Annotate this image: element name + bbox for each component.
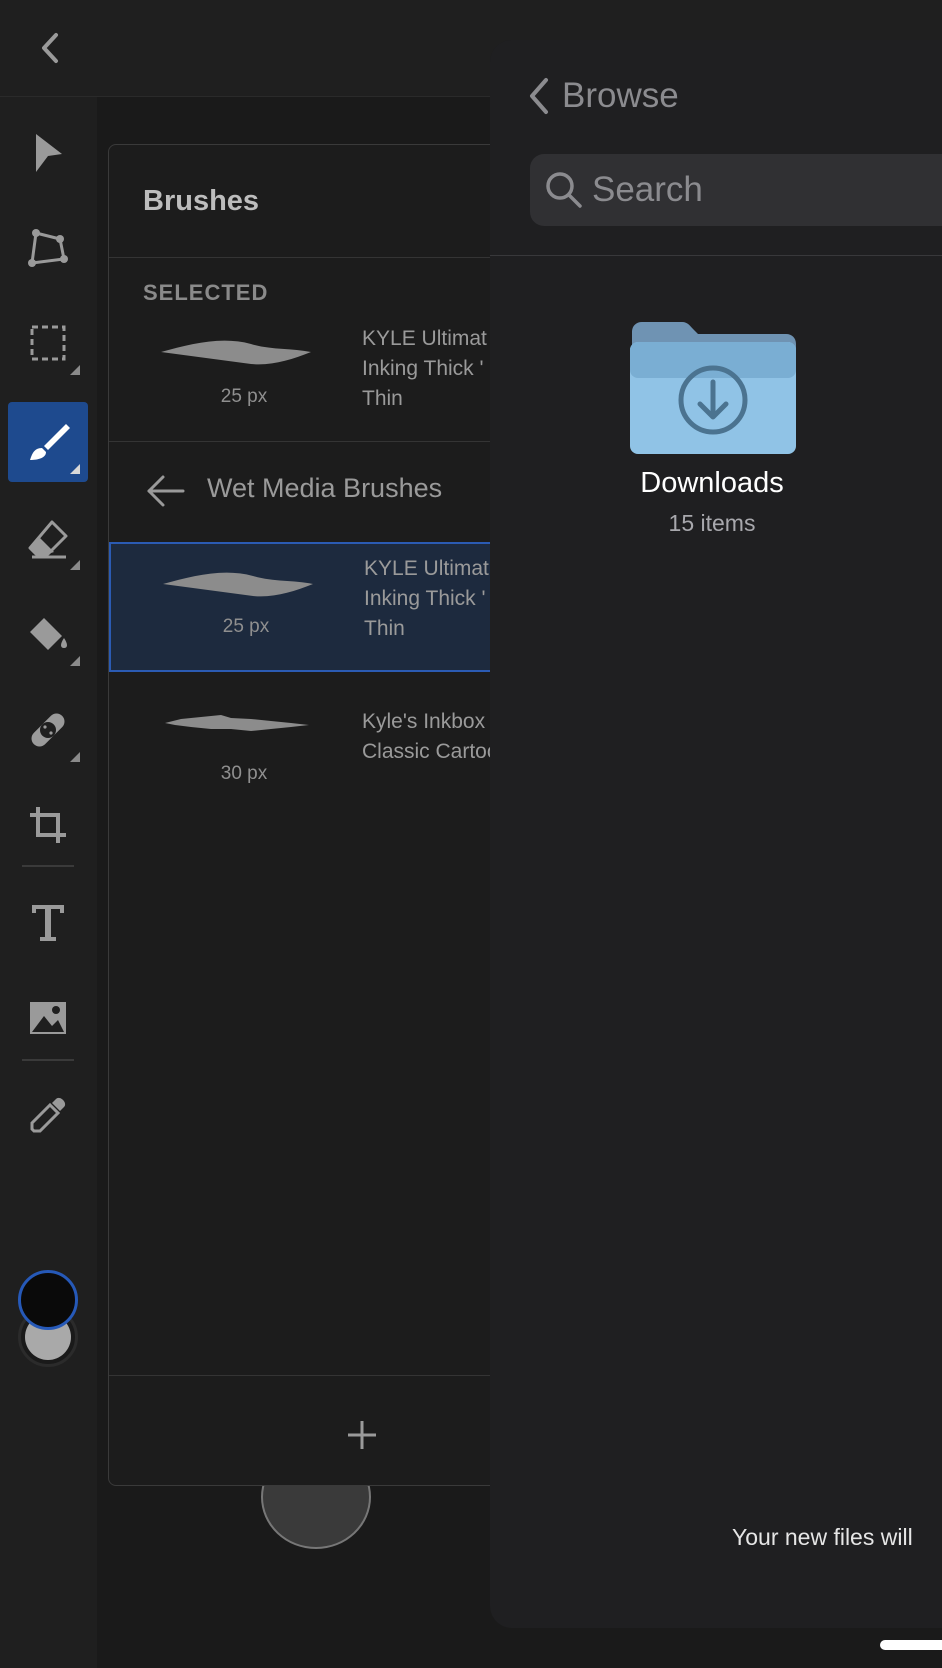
toolbar-divider bbox=[22, 1059, 74, 1061]
brush-name: Kyle's Inkbox Classic Cartoo bbox=[362, 710, 499, 763]
submenu-corner-indicator bbox=[70, 752, 80, 762]
folder-name: Downloads bbox=[640, 467, 784, 499]
panel-title: Brushes bbox=[143, 185, 260, 217]
folder-downloads[interactable]: Downloads 15 items bbox=[610, 320, 814, 580]
arrow-left-icon bbox=[147, 475, 185, 507]
plus-icon[interactable] bbox=[345, 1418, 379, 1452]
file-browser-sheet: Browse Downloads 15 items Your new files… bbox=[490, 40, 942, 1628]
brush-list-item[interactable]: 25 px KYLE Ultimat Inking Thick ' Thin bbox=[109, 542, 507, 672]
brush-set-name: Wet Media Brushes bbox=[207, 473, 443, 503]
marquee-tool[interactable] bbox=[8, 303, 88, 383]
chevron-left-icon bbox=[42, 33, 58, 63]
brush-size: 25 px bbox=[222, 616, 270, 637]
brushes-panel: Brushes SELECTED 25 px KYLE Ultimat Inki… bbox=[108, 144, 508, 1486]
selection-tool[interactable] bbox=[8, 114, 88, 194]
new-files-note: Your new files will bbox=[732, 1524, 913, 1550]
direct-selection-tool[interactable] bbox=[8, 207, 88, 287]
brush-size: 30 px bbox=[220, 763, 268, 784]
image-icon bbox=[30, 1002, 66, 1034]
panel-footer bbox=[109, 1375, 507, 1485]
brush-stroke-preview bbox=[163, 572, 313, 597]
brush-set-header[interactable]: Wet Media Brushes bbox=[109, 441, 507, 541]
dashed-rectangle-icon bbox=[30, 325, 66, 361]
brush-name: KYLE Ultimat Inking Thick ' Thin bbox=[364, 557, 489, 640]
brush-list-item[interactable]: 30 px Kyle's Inkbox Classic Cartoo bbox=[109, 685, 507, 805]
search-bar[interactable] bbox=[530, 154, 942, 226]
healing-tool[interactable] bbox=[8, 690, 88, 770]
brush-tool[interactable] bbox=[8, 402, 88, 482]
toolbar-divider bbox=[22, 865, 74, 867]
eraser-icon bbox=[28, 520, 68, 559]
brush-stroke-preview bbox=[165, 715, 309, 731]
selected-section-label: SELECTED bbox=[143, 280, 269, 305]
browse-label: Browse bbox=[562, 76, 679, 115]
browse-back-button[interactable]: Browse bbox=[526, 76, 679, 116]
eyedropper-tool[interactable] bbox=[8, 1075, 88, 1155]
crop-tool[interactable] bbox=[8, 785, 88, 865]
back-button[interactable] bbox=[30, 28, 70, 68]
foreground-color-swatch[interactable] bbox=[18, 1270, 78, 1330]
brush-size: 25 px bbox=[220, 386, 268, 407]
browser-divider bbox=[490, 255, 942, 256]
paint-bucket-icon bbox=[30, 618, 67, 650]
image-tool[interactable] bbox=[8, 978, 88, 1058]
download-folder-icon bbox=[630, 322, 796, 454]
submenu-corner-indicator bbox=[70, 656, 80, 666]
home-indicator[interactable] bbox=[880, 1640, 942, 1650]
submenu-corner-indicator bbox=[70, 560, 80, 570]
fill-tool[interactable] bbox=[8, 594, 88, 674]
selected-brush[interactable]: 25 px KYLE Ultimat Inking Thick ' Thin bbox=[109, 320, 507, 440]
submenu-corner-indicator bbox=[70, 365, 80, 375]
tools-toolbar bbox=[0, 97, 97, 1668]
crop-icon bbox=[30, 807, 66, 843]
anchor-points-icon bbox=[28, 229, 68, 267]
brush-stroke-preview bbox=[161, 340, 311, 365]
eyedropper-icon bbox=[30, 1097, 66, 1133]
chevron-left-icon bbox=[530, 78, 548, 114]
arrow-pointer-icon bbox=[36, 134, 62, 172]
folder-item-count: 15 items bbox=[668, 510, 756, 536]
brush-name: KYLE Ultimat Inking Thick ' Thin bbox=[362, 327, 487, 410]
eraser-tool[interactable] bbox=[8, 498, 88, 578]
search-icon bbox=[546, 172, 582, 208]
text-icon bbox=[32, 905, 64, 941]
submenu-corner-indicator bbox=[70, 464, 80, 474]
search-input[interactable] bbox=[592, 168, 932, 212]
text-tool[interactable] bbox=[8, 883, 88, 963]
panel-divider bbox=[109, 257, 507, 258]
paintbrush-icon bbox=[30, 424, 70, 460]
bandage-icon bbox=[31, 713, 65, 747]
